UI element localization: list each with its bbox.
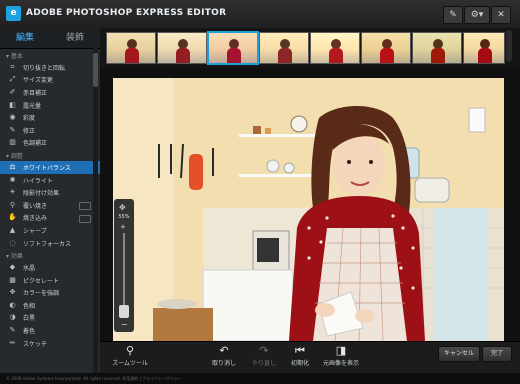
burn-icon: ✋ bbox=[8, 213, 17, 222]
pop-color-icon: ✥ bbox=[9, 288, 16, 297]
zoom-slider-panel: ✥ 55% + − bbox=[114, 199, 134, 332]
thumbnail[interactable] bbox=[361, 32, 411, 64]
thumbnail-scrollbar[interactable] bbox=[506, 30, 512, 62]
thumbnail[interactable] bbox=[463, 32, 505, 64]
redeye-icon: ✐ bbox=[9, 87, 16, 96]
brush-icon: ✎ bbox=[9, 125, 16, 134]
whitebalance-icon: ⚖ bbox=[9, 162, 16, 171]
gear-icon[interactable]: ⚙▾ bbox=[464, 6, 490, 24]
tab-decorate[interactable]: 装飾 bbox=[50, 28, 100, 48]
saturation-icon: ◉ bbox=[9, 113, 16, 122]
section-adjust[interactable]: ▾ 調整 bbox=[0, 149, 100, 161]
softfocus-icon: ◌ bbox=[9, 238, 16, 247]
sidebar-item-sketch[interactable]: ✏ スケッチ bbox=[0, 337, 100, 350]
section-effects[interactable]: ▾ 効果 bbox=[0, 249, 100, 261]
resize-icon: ⤢ bbox=[9, 75, 16, 84]
magnifier-icon: ⚲ bbox=[125, 344, 135, 357]
sidebar-item-crop[interactable]: ⌗ 切り抜きと回転 bbox=[0, 61, 100, 74]
redo-button[interactable]: ↷ やり直し bbox=[246, 344, 282, 367]
sidebar-item-whitebalance[interactable]: ⚖ ホワイトバランス bbox=[0, 161, 100, 174]
pen-icon[interactable]: ✎ bbox=[443, 6, 463, 24]
sharpen-icon: ▲ bbox=[9, 225, 16, 234]
redo-icon: ↷ bbox=[259, 344, 269, 357]
thumbnail[interactable] bbox=[157, 32, 207, 64]
badge-icon bbox=[79, 201, 91, 210]
sidebar-item-redeye[interactable]: ✐ 赤目補正 bbox=[0, 86, 100, 99]
thumbnail[interactable] bbox=[412, 32, 462, 64]
sidebar-item-saturation[interactable]: ◉ 彩度 bbox=[0, 111, 100, 124]
sidebar-item-exposure[interactable]: ◧ 露光量 bbox=[0, 99, 100, 112]
highlight-icon: ✺ bbox=[9, 175, 16, 184]
crop-icon: ⌗ bbox=[10, 62, 15, 71]
title-bar: e ADOBE PHOTOSHOP EXPRESS EDITOR ✎ ⚙▾ ✕ bbox=[0, 0, 520, 29]
sidebar-item-hue[interactable]: ◐ 色相 bbox=[0, 299, 100, 312]
thumbnail-strip bbox=[100, 28, 520, 68]
sidebar-item-filllight[interactable]: ☀ 陰影付け効果 bbox=[0, 186, 100, 199]
thumbnail-selected[interactable] bbox=[208, 32, 258, 64]
sidebar-item-sharpen[interactable]: ▲ シャープ bbox=[0, 224, 100, 237]
sidebar-item-highlight[interactable]: ✺ ハイライト bbox=[0, 174, 100, 187]
thumbnail[interactable] bbox=[310, 32, 360, 64]
sidebar-item-tone[interactable]: ▥ 色調補正 bbox=[0, 137, 100, 150]
sidebar-item-dodge[interactable]: ⚲ 覆い焼き bbox=[0, 199, 100, 212]
hue-icon: ◐ bbox=[9, 300, 16, 309]
tab-edit[interactable]: 編集 bbox=[0, 28, 50, 48]
photo-preview[interactable] bbox=[113, 78, 504, 341]
dodge-icon: ⚲ bbox=[9, 200, 16, 209]
zoom-in-icon[interactable]: + bbox=[120, 223, 126, 231]
undo-button[interactable]: ↶ 取り消し bbox=[206, 344, 242, 367]
app-logo-icon: e bbox=[6, 6, 21, 21]
sidebar-scrollbar[interactable] bbox=[93, 48, 98, 373]
undo-icon: ↶ bbox=[219, 344, 229, 357]
sidebar-item-resize[interactable]: ⤢ サイズ変更 bbox=[0, 74, 100, 87]
zoom-track[interactable] bbox=[123, 233, 125, 307]
compare-icon: ◨ bbox=[335, 344, 347, 357]
done-button[interactable]: 完了 bbox=[482, 346, 512, 362]
zoom-out-icon[interactable]: − bbox=[121, 320, 128, 329]
bw-icon: ◑ bbox=[9, 313, 16, 322]
scrollbar-thumb[interactable] bbox=[93, 53, 98, 87]
tint-icon: ✎ bbox=[9, 326, 16, 335]
zoom-percentage: 55% bbox=[118, 214, 130, 220]
footer-copyright: © 2008 Adobe Systems Incorporated. All r… bbox=[0, 373, 520, 384]
section-basic[interactable]: ▾ 基本 bbox=[0, 49, 100, 61]
sidebar-item-tint[interactable]: ✎ 着色 bbox=[0, 324, 100, 337]
sidebar-item-softfocus[interactable]: ◌ ソフトフォーカス bbox=[0, 237, 100, 250]
view-original-button[interactable]: ◨ 元画像を表示 bbox=[318, 344, 364, 367]
zoom-handle[interactable] bbox=[119, 305, 129, 318]
crystal-icon: ◆ bbox=[9, 263, 16, 272]
cancel-button[interactable]: キャンセル bbox=[438, 346, 480, 362]
sidebar-item-popcolor[interactable]: ✥ カラーを強調 bbox=[0, 287, 100, 300]
fill-light-icon: ☀ bbox=[9, 188, 16, 197]
sketch-icon: ✏ bbox=[9, 338, 16, 347]
pixelate-icon: ▦ bbox=[9, 275, 16, 284]
reset-icon: ⏮ bbox=[295, 344, 305, 357]
sidebar-item-touchup[interactable]: ✎ 修正 bbox=[0, 124, 100, 137]
tool-sidebar: 編集 装飾 ▾ 基本 ⌗ 切り抜きと回転 ⤢ サイズ変更 ✐ 赤目補正 ◧ 露光量 ◉ 彩… bbox=[0, 28, 101, 373]
sidebar-item-pixelate[interactable]: ▦ ピクセレート bbox=[0, 274, 100, 287]
app-title: ADOBE PHOTOSHOP EXPRESS EDITOR bbox=[26, 8, 227, 18]
badge-icon bbox=[79, 214, 91, 223]
sidebar-tabs: 編集 装飾 bbox=[0, 28, 100, 49]
hand-icon[interactable]: ✥ bbox=[119, 203, 126, 212]
tone-icon: ▥ bbox=[9, 138, 16, 147]
reset-button[interactable]: ⏮ 初期化 bbox=[286, 344, 314, 367]
sidebar-item-bw[interactable]: ◑ 白黒 bbox=[0, 312, 100, 325]
zoom-tool-button[interactable]: ⚲ ズームツール bbox=[108, 344, 152, 367]
thumbnail[interactable] bbox=[106, 32, 156, 64]
thumbnail[interactable] bbox=[259, 32, 309, 64]
sidebar-item-burn[interactable]: ✋ 焼き込み bbox=[0, 212, 100, 225]
sidebar-item-crystal[interactable]: ◆ 水晶 bbox=[0, 261, 100, 274]
exposure-icon: ◧ bbox=[9, 100, 16, 109]
close-icon[interactable]: ✕ bbox=[491, 6, 511, 24]
